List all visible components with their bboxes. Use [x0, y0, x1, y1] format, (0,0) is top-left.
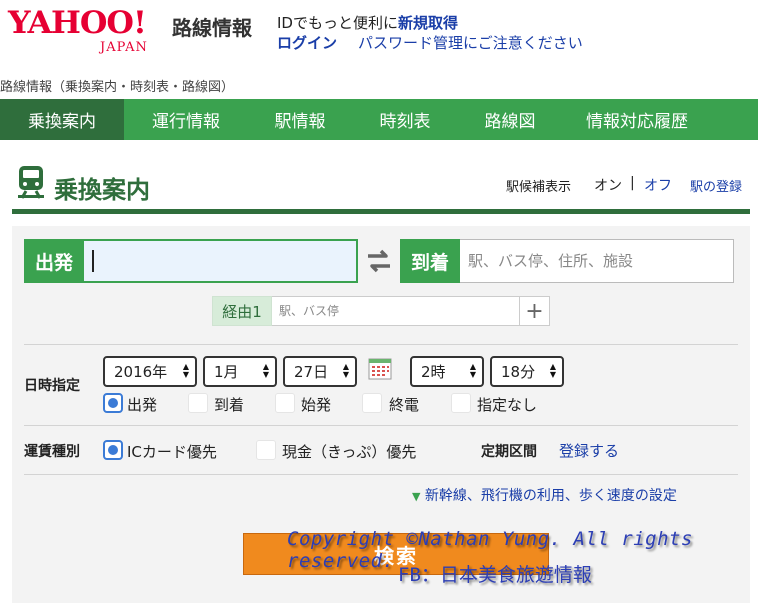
fare-type-label: 運賃種別 [24, 444, 80, 460]
radio-cash-label: 現金（きっぷ）優先 [282, 443, 417, 461]
select-arrows-icon: ▲ ▼ [342, 362, 349, 379]
minute-value: 18分 [501, 363, 536, 381]
radio-departure[interactable] [103, 393, 123, 413]
signup-link[interactable]: 新規取得 [398, 14, 458, 32]
breadcrumb: 路線情報（乗換案内・時刻表・路線図） [0, 80, 235, 95]
calendar-icon[interactable] [368, 356, 392, 380]
register-station-link[interactable]: 駅の登録 [690, 176, 742, 195]
section-header: 乗換案内 駅候補表示 オン | オフ 駅の登録 [12, 162, 750, 214]
radio-departure-label: 出発 [127, 396, 158, 414]
day-select[interactable]: 27日 ▲ ▼ [283, 356, 357, 387]
select-arrows-icon: ▲ ▼ [469, 362, 476, 379]
tab-service-status[interactable]: 運行情報 [124, 99, 248, 140]
logo-text: YAHOO! [8, 5, 147, 41]
divider [24, 344, 738, 345]
radio-ic-card-label: ICカード優先 [127, 443, 217, 461]
radio-arrival[interactable] [188, 393, 208, 413]
facebook-watermark: FB：日本美食旅遊情報 [398, 564, 592, 586]
radio-last-train-label: 終電 [389, 396, 420, 414]
radio-unspecified-label: 指定なし [477, 396, 538, 414]
via-label: 経由1 [212, 296, 272, 326]
service-name[interactable]: 路線情報 [172, 12, 252, 41]
password-notice-link[interactable]: パスワード管理にご注意ください [358, 32, 583, 53]
divider [24, 474, 738, 475]
page-title: 乗換案内 [54, 176, 150, 204]
via-input[interactable] [272, 296, 520, 326]
advanced-options-link[interactable]: ▼ 新幹線、飛行機の利用、歩く速度の設定 [412, 485, 677, 505]
radio-ic-card[interactable] [103, 440, 123, 460]
month-select[interactable]: 1月 ▲ ▼ [203, 356, 277, 387]
hour-select[interactable]: 2時 ▲ ▼ [410, 356, 484, 387]
month-value: 1月 [214, 363, 239, 381]
tab-route-map[interactable]: 路線図 [458, 99, 562, 140]
tab-timetable[interactable]: 時刻表 [352, 99, 458, 140]
radio-arrival-label: 到着 [214, 396, 245, 414]
logo-sub: JAPAN [100, 40, 148, 55]
register-pass-link[interactable]: 登録する [559, 440, 619, 461]
radio-last-train[interactable] [362, 393, 382, 413]
suggest-off-link[interactable]: オフ [644, 175, 672, 195]
departure-input[interactable] [84, 239, 358, 283]
suggest-separator: | [630, 175, 635, 191]
divider [24, 425, 738, 426]
departure-label: 出発 [24, 239, 84, 283]
swap-icon[interactable] [364, 246, 394, 276]
advanced-options-text: 新幹線、飛行機の利用、歩く速度の設定 [424, 488, 677, 504]
select-arrows-icon: ▲ ▼ [182, 362, 189, 379]
select-arrows-icon: ▲ ▼ [262, 362, 269, 379]
year-select[interactable]: 2016年 ▲ ▼ [103, 356, 197, 387]
site-header: YAHOO! JAPAN 路線情報 IDでもっと便利に新規取得 ログイン パスワ… [0, 0, 758, 70]
hour-value: 2時 [421, 363, 446, 381]
commuter-pass-label: 定期区間 [481, 444, 537, 460]
yahoo-japan-logo[interactable]: YAHOO! JAPAN [8, 6, 170, 58]
radio-first-train-label: 始発 [301, 396, 332, 414]
triangle-down-icon: ▼ [412, 490, 421, 503]
radio-first-train[interactable] [275, 393, 295, 413]
arrival-label: 到着 [400, 239, 460, 283]
train-icon [18, 166, 44, 199]
minute-select[interactable]: 18分 ▲ ▼ [490, 356, 564, 387]
main-nav: 乗換案内 運行情報 駅情報 時刻表 路線図 情報対応履歴 [0, 99, 758, 140]
select-arrows-icon: ▲ ▼ [549, 362, 556, 379]
year-value: 2016年 [114, 363, 168, 381]
login-link[interactable]: ログイン [277, 32, 337, 53]
datetime-label: 日時指定 [24, 378, 80, 394]
suggest-on-option[interactable]: オン [594, 175, 622, 195]
station-suggest-label: 駅候補表示 [506, 180, 572, 195]
tab-info-history[interactable]: 情報対応履歴 [562, 99, 712, 140]
arrival-input[interactable] [460, 239, 734, 283]
tab-station-info[interactable]: 駅情報 [248, 99, 352, 140]
day-value: 27日 [294, 363, 329, 381]
add-via-button[interactable]: + [520, 296, 550, 326]
id-promo: IDでもっと便利に新規取得 [277, 12, 458, 33]
radio-unspecified[interactable] [451, 393, 471, 413]
radio-cash[interactable] [256, 440, 276, 460]
tab-transfer[interactable]: 乗換案内 [0, 99, 124, 140]
id-promo-text: IDでもっと便利に [277, 14, 398, 32]
text-cursor [92, 250, 94, 272]
